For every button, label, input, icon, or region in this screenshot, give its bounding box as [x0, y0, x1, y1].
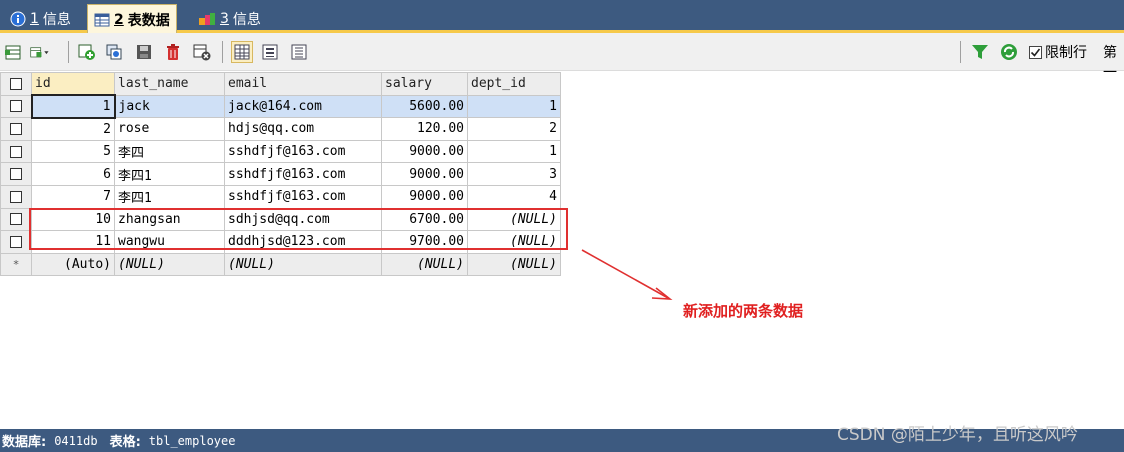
limit-rows-checkbox[interactable]: 限制行	[1029, 42, 1087, 62]
add-row-icon[interactable]	[77, 42, 97, 62]
row-checkbox[interactable]	[0, 230, 32, 254]
cell-dept-id[interactable]: 1	[467, 94, 561, 119]
cell-last-name[interactable]: (NULL)	[114, 252, 225, 277]
form-view-icon[interactable]	[260, 42, 280, 62]
cell-dept-id[interactable]: (NULL)	[467, 252, 561, 277]
table-row[interactable]: 2 rose hdjs@qq.com 120.00 2	[0, 117, 561, 141]
tab-info-3[interactable]: 3 信息	[192, 4, 267, 33]
tab-label: 表数据	[127, 12, 170, 29]
cell-salary[interactable]: 9000.00	[381, 184, 468, 209]
column-header-email[interactable]: email	[224, 72, 382, 96]
table-row[interactable]: 7 李四1 sshdfjf@163.com 9000.00 4	[0, 184, 561, 209]
cell-last-name[interactable]: 李四1	[114, 184, 225, 209]
cell-dept-id[interactable]: 4	[467, 184, 561, 209]
cell-id[interactable]: 5	[31, 139, 115, 164]
toolbar-separator	[960, 41, 961, 63]
cell-last-name[interactable]: 李四	[114, 139, 225, 164]
tab-number: 1	[30, 10, 39, 27]
cell-dept-id[interactable]: 3	[467, 162, 561, 186]
blocks-icon	[198, 11, 216, 27]
cell-id[interactable]: 7	[31, 184, 115, 209]
cell-id[interactable]: 1	[30, 94, 116, 119]
tab-info-1[interactable]: 1 信息	[4, 4, 77, 33]
first-page-label[interactable]: 第一	[1103, 42, 1124, 82]
table-row[interactable]: 5 李四 sshdfjf@163.com 9000.00 1	[0, 139, 561, 164]
database-value: 0411db	[54, 433, 98, 448]
cell-dept-id[interactable]: 1	[467, 139, 561, 164]
header-row: id last_name email salary dept_id	[0, 72, 561, 96]
tab-label: 信息	[232, 11, 261, 28]
cell-dept-id[interactable]: 2	[467, 117, 561, 141]
cell-id[interactable]: (Auto)	[31, 252, 115, 277]
cell-email[interactable]: hdjs@qq.com	[224, 117, 382, 141]
cell-salary[interactable]: 5600.00	[381, 94, 468, 119]
column-header-dept-id[interactable]: dept_id	[467, 72, 561, 96]
cell-email[interactable]: sshdfjf@163.com	[224, 162, 382, 186]
cell-salary[interactable]: (NULL)	[381, 252, 468, 277]
column-header-salary[interactable]: salary	[381, 72, 468, 96]
new-row[interactable]: * (Auto) (NULL) (NULL) (NULL) (NULL)	[0, 252, 561, 277]
annotation-arrow	[581, 249, 673, 300]
cell-salary[interactable]: 9000.00	[381, 162, 468, 186]
table-row[interactable]: 1 jack jack@164.com 5600.00 1	[0, 94, 561, 119]
highlight-box	[29, 208, 568, 250]
new-row-marker: *	[0, 252, 32, 277]
cell-email[interactable]: sshdfjf@163.com	[224, 184, 382, 209]
row-checkbox[interactable]	[0, 139, 32, 164]
cell-last-name[interactable]: rose	[114, 117, 225, 141]
tab-number: 2	[114, 11, 124, 28]
cell-id[interactable]: 2	[31, 117, 115, 141]
cell-last-name[interactable]: 李四1	[114, 162, 225, 186]
table-label: 表格:	[109, 435, 141, 450]
annotation-text: 新添加的两条数据	[683, 302, 804, 320]
export-menu-icon[interactable]	[30, 42, 50, 62]
limit-label: 限制行	[1045, 45, 1087, 61]
column-header-last-name[interactable]: last_name	[114, 72, 225, 96]
row-checkbox[interactable]	[0, 184, 32, 209]
insert-rows-icon[interactable]	[4, 42, 24, 62]
toolbar-separator	[68, 41, 69, 63]
row-checkbox[interactable]	[0, 162, 32, 186]
save-icon[interactable]	[134, 42, 154, 62]
row-checkbox[interactable]	[0, 117, 32, 141]
checkbox-icon	[1029, 45, 1042, 59]
cell-id[interactable]: 6	[31, 162, 115, 186]
row-checkbox[interactable]	[0, 94, 32, 119]
text-view-icon[interactable]	[289, 42, 309, 62]
cancel-changes-icon[interactable]	[192, 42, 212, 62]
row-checkbox[interactable]	[0, 207, 32, 232]
toolbar: 限制行 第一	[0, 33, 1124, 81]
duplicate-row-icon[interactable]	[104, 42, 124, 62]
tab-bar: 1 信息 2 表数据 3 信息	[0, 0, 1124, 34]
table-icon	[94, 12, 110, 28]
database-label: 数据库:	[2, 435, 47, 450]
cell-email[interactable]: jack@164.com	[224, 94, 382, 119]
table-row[interactable]: 6 李四1 sshdfjf@163.com 9000.00 3	[0, 162, 561, 186]
filter-icon[interactable]	[970, 42, 990, 62]
table-value: tbl_employee	[148, 433, 236, 448]
cell-salary[interactable]: 9000.00	[381, 139, 468, 164]
cell-last-name[interactable]: jack	[114, 94, 225, 119]
select-all-checkbox[interactable]	[0, 72, 32, 96]
refresh-icon[interactable]	[999, 42, 1019, 62]
delete-row-icon[interactable]	[163, 42, 183, 62]
toolbar-separator	[222, 41, 223, 63]
tab-table-data[interactable]: 2 表数据	[87, 4, 177, 34]
watermark: CSDN @陌上少年，且听这风吟	[837, 425, 1078, 445]
cell-email[interactable]: (NULL)	[224, 252, 382, 277]
cell-email[interactable]: sshdfjf@163.com	[224, 139, 382, 164]
tab-label: 信息	[42, 11, 71, 28]
tab-number: 3	[220, 10, 229, 27]
cell-salary[interactable]: 120.00	[381, 117, 468, 141]
grid-view-icon[interactable]	[231, 41, 253, 63]
column-header-id[interactable]: id	[31, 72, 115, 96]
info-icon	[10, 11, 26, 27]
